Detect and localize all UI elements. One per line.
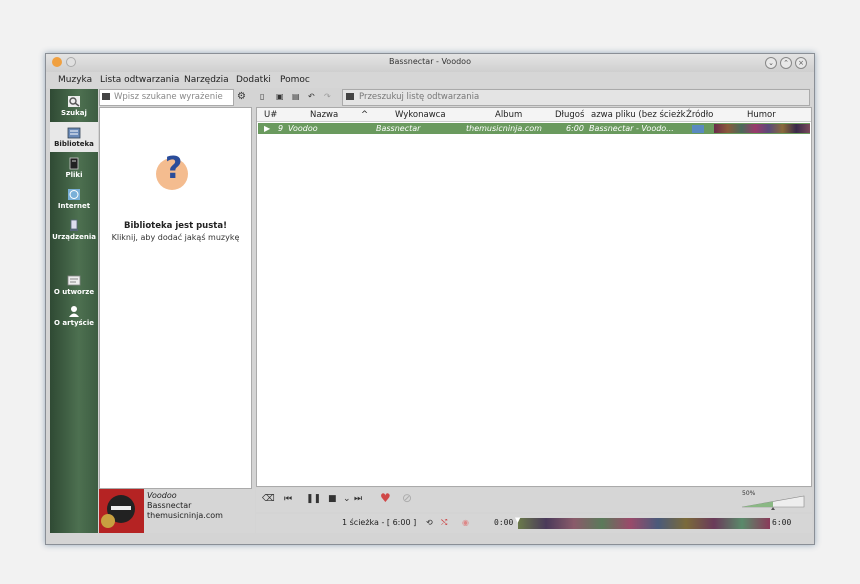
svg-text:?: ? xyxy=(165,151,182,186)
empty-library-title: Biblioteka jest pusta! xyxy=(124,221,227,231)
shuffle-icon[interactable]: ⤭ xyxy=(441,518,447,528)
menu-pomoc[interactable]: Pomoc xyxy=(280,75,310,85)
playlist-panel: ▯ ▣ ▤ ↶ ↷ Przeszukuj listę odtwarzania U… xyxy=(256,89,812,533)
playlist-table[interactable]: U# Nazwa ^ Wykonawca Album Długoś azwa p… xyxy=(256,107,812,487)
search-icon xyxy=(67,95,81,108)
row-length: 6:00 xyxy=(566,124,584,133)
next-icon[interactable]: ⏭ xyxy=(354,494,362,504)
gear-icon[interactable]: ⚙ xyxy=(237,92,247,102)
row-artist: Bassnectar xyxy=(376,124,421,133)
search-icon xyxy=(346,93,354,100)
column-length[interactable]: Długoś xyxy=(555,110,584,120)
column-album[interactable]: Album xyxy=(495,110,522,120)
redo-icon[interactable]: ↷ xyxy=(324,92,333,101)
now-playing-title: Voodoo xyxy=(147,491,177,500)
track-duration: 6:00 xyxy=(772,518,792,527)
playlist-summary: 1 ścieżka - [ 6:00 ] xyxy=(342,518,417,527)
pause-icon[interactable]: ❚❚ xyxy=(306,494,321,504)
sidebar-item-files[interactable]: Pliki xyxy=(50,153,98,183)
lastfm-icon[interactable]: ◉ xyxy=(462,518,469,527)
column-mood[interactable]: Humor xyxy=(747,110,776,120)
now-playing-widget[interactable]: Voodoo Bassnectar themusicninja.com xyxy=(99,489,255,533)
sidebar: Szukaj Biblioteka Pliki Internet Urządze… xyxy=(50,89,98,533)
library-empty-area[interactable]: ? Biblioteka jest pusta! Kliknij, aby do… xyxy=(99,107,252,489)
now-playing-album: themusicninja.com xyxy=(147,511,223,520)
menu-dodatki[interactable]: Dodatki xyxy=(236,75,271,85)
sidebar-item-label: O utworze xyxy=(53,288,95,296)
column-title[interactable]: Nazwa xyxy=(310,110,338,120)
source-icon xyxy=(692,125,704,133)
mood-bar xyxy=(714,124,810,133)
column-filename[interactable]: azwa pliku (bez ścieżk xyxy=(591,110,686,120)
repeat-icon[interactable]: ⟲ xyxy=(426,518,433,527)
sidebar-item-label: O artyście xyxy=(54,319,94,327)
sidebar-item-search[interactable]: Szukaj xyxy=(50,91,98,121)
sidebar-item-label: Internet xyxy=(57,202,91,210)
sidebar-item-label: Szukaj xyxy=(61,109,87,117)
menu-lista-odtwarzania[interactable]: Lista odtwarzania xyxy=(100,75,179,85)
column-artist[interactable]: Wykonawca xyxy=(395,110,446,120)
undo-icon[interactable]: ↶ xyxy=(308,92,317,101)
ban-icon[interactable]: ⊘ xyxy=(402,491,412,505)
library-icon xyxy=(67,126,81,139)
search-icon xyxy=(102,93,110,100)
table-header: U# Nazwa ^ Wykonawca Album Długoś azwa p… xyxy=(257,108,811,122)
devices-icon xyxy=(67,219,81,232)
column-track-number[interactable]: U# xyxy=(264,110,277,120)
close-button[interactable]: × xyxy=(795,57,807,69)
column-source[interactable]: Źródło xyxy=(686,110,713,120)
album-art xyxy=(99,489,144,533)
save-playlist-icon[interactable]: ▤ xyxy=(292,92,301,101)
playlist-search-input[interactable]: Przeszukuj listę odtwarzania xyxy=(342,89,810,106)
clear-playlist-icon[interactable]: ⌫ xyxy=(262,494,275,504)
menu-bar: Muzyka Lista odtwarzania Narzędzia Dodat… xyxy=(46,72,814,88)
now-playing-artist: Bassnectar xyxy=(147,501,192,510)
help-icon: ? xyxy=(152,146,198,192)
menu-muzyka[interactable]: Muzyka xyxy=(58,75,92,85)
row-filename: Bassnectar - Voodo... xyxy=(589,124,674,133)
menu-narzedzia[interactable]: Narzędzia xyxy=(184,75,229,85)
seek-handle[interactable]: ▼ xyxy=(515,516,520,524)
search-placeholder: Przeszukuj listę odtwarzania xyxy=(359,92,480,102)
internet-icon xyxy=(67,188,81,201)
new-playlist-icon[interactable]: ▯ xyxy=(260,92,269,101)
main-window: Bassnectar - Voodoo ⌄ ⌃ × Muzyka Lista o… xyxy=(45,53,815,545)
stop-icon[interactable]: ■ xyxy=(328,494,337,504)
stop-options-icon[interactable]: ⌄ xyxy=(343,494,351,504)
row-album: themusicninja.com xyxy=(466,124,542,133)
empty-library-subtitle: Kliknij, aby dodać jakąś muzykę xyxy=(111,233,240,242)
minimize-button[interactable]: ⌄ xyxy=(765,57,777,69)
sidebar-item-label: Pliki xyxy=(65,171,83,179)
player-controls: ⌫ ⏮ ❚❚ ■ ⌄ ⏭ ♥ ⊘ 50% xyxy=(256,488,812,512)
play-indicator-icon: ▶ xyxy=(264,124,271,133)
sidebar-item-internet[interactable]: Internet xyxy=(50,184,98,214)
table-row[interactable]: ▶ 9 Voodoo Bassnectar themusicninja.com … xyxy=(258,123,810,134)
search-placeholder: Wpisz szukane wyrażenie xyxy=(114,92,223,102)
library-panel: Wpisz szukane wyrażenie ⚙ ? Biblioteka j… xyxy=(99,89,252,489)
load-playlist-icon[interactable]: ▣ xyxy=(276,92,285,101)
sidebar-item-devices[interactable]: Urządzenia xyxy=(50,215,98,245)
artist-info-icon xyxy=(67,305,81,318)
window-title: Bassnectar - Voodoo xyxy=(389,57,471,66)
title-bar: Bassnectar - Voodoo ⌄ ⌃ × xyxy=(46,54,814,72)
sidebar-item-label: Biblioteka xyxy=(54,140,94,148)
current-position: 0:00 xyxy=(494,518,514,527)
previous-icon[interactable]: ⏮ xyxy=(284,494,292,504)
song-info-icon xyxy=(67,274,81,287)
library-search-input[interactable]: Wpisz szukane wyrażenie xyxy=(99,89,234,106)
volume-slider[interactable]: 50% xyxy=(738,490,808,510)
files-icon xyxy=(67,157,81,170)
maximize-button[interactable]: ⌃ xyxy=(780,57,792,69)
sort-indicator: ^ xyxy=(361,110,369,120)
love-icon[interactable]: ♥ xyxy=(380,491,391,505)
seek-slider[interactable]: ▼ xyxy=(515,516,770,529)
status-bar: 1 ścieżka - [ 6:00 ] ⟲ ⤭ ◉ 0:00 ▼ 6:00 xyxy=(256,514,812,533)
sidebar-item-artist-info[interactable]: O artyście xyxy=(50,301,98,331)
row-track: 9 xyxy=(278,124,284,133)
sidebar-item-song-info[interactable]: O utworze xyxy=(50,270,98,300)
sidebar-item-label: Urządzenia xyxy=(52,233,96,241)
row-title: Voodoo xyxy=(288,124,318,133)
sidebar-item-library[interactable]: Biblioteka xyxy=(50,122,98,152)
